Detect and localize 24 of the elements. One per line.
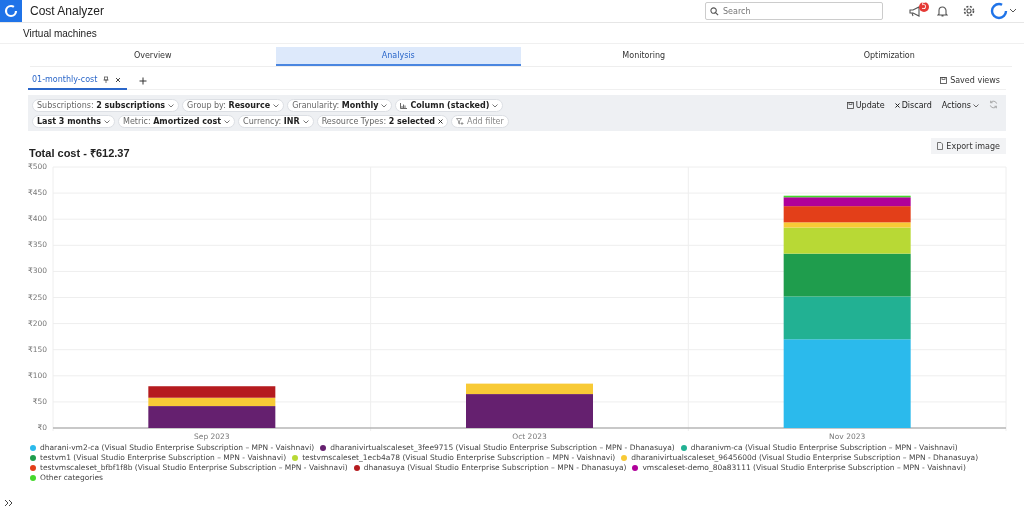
app-title: Cost Analyzer <box>30 4 106 18</box>
filter-chip[interactable]: Column (stacked) <box>395 99 504 112</box>
filter-chip[interactable]: Currency: INR <box>238 115 314 128</box>
filter-chip[interactable]: Group by: Resource <box>182 99 285 112</box>
toolbar-button[interactable]: Update <box>846 100 885 111</box>
saved-views-button[interactable]: Saved views <box>934 75 1006 86</box>
filter-chip[interactable]: Granularity: Monthly <box>287 99 393 112</box>
tab[interactable]: Analysis <box>275 47 521 66</box>
filter-chip[interactable]: Add filter <box>451 115 509 128</box>
export-image-button[interactable]: Export image <box>931 138 1006 154</box>
tab[interactable]: Optimization <box>766 47 1012 66</box>
filter-chip[interactable]: Metric: Amortized cost <box>118 115 236 128</box>
view-tab[interactable]: 01-monthly-cost <box>32 75 98 84</box>
notification-badge: 5 <box>919 1 929 12</box>
search-field[interactable]: Search <box>705 2 883 20</box>
page-title: Virtual machines <box>0 23 1024 44</box>
toolbar-button[interactable]: Discard <box>894 100 932 111</box>
toolbar-button[interactable]: Actions <box>941 100 979 111</box>
tab[interactable]: Overview <box>30 47 276 66</box>
chart-title: Total cost - ₹612.37 <box>29 146 130 160</box>
tab[interactable]: Monitoring <box>521 47 767 66</box>
filter-chip[interactable]: Resource Types: 2 selected <box>316 115 449 128</box>
filter-chip[interactable]: Subscriptions: 2 subscriptions <box>32 99 180 112</box>
filter-chip[interactable]: Last 3 months <box>32 115 116 128</box>
